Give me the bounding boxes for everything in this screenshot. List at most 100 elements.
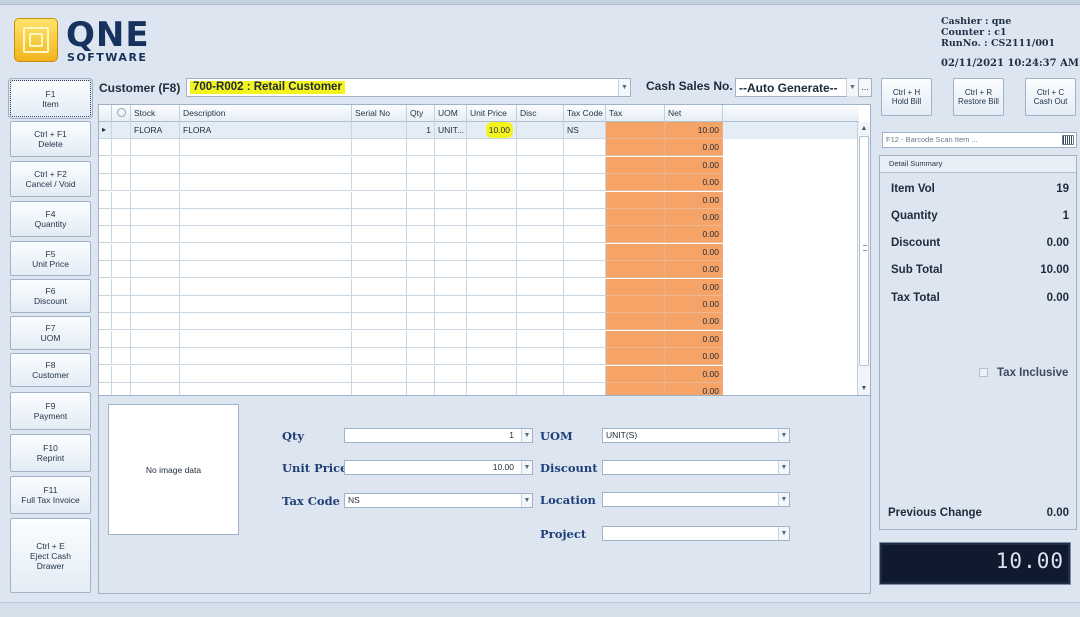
cell-unit-price[interactable] xyxy=(467,330,517,348)
cell-disc[interactable] xyxy=(517,226,564,244)
cell-net[interactable]: 0.00 xyxy=(665,296,723,313)
cell-description[interactable] xyxy=(180,383,352,395)
table-row[interactable]: 0.00 xyxy=(99,139,859,157)
cell-uom[interactable] xyxy=(435,313,467,331)
cell-uom[interactable] xyxy=(435,261,467,279)
cell-tax-code[interactable] xyxy=(564,209,606,226)
cell-tax[interactable] xyxy=(606,156,665,174)
cell-description[interactable] xyxy=(180,226,352,244)
table-row[interactable]: ▸ FLORA FLORA 1 UNIT... 10.00 NS 10.00 xyxy=(99,122,859,139)
fkey-customer-button[interactable]: F8 Customer xyxy=(10,353,91,387)
cell-disc[interactable] xyxy=(517,313,564,331)
cash-out-button[interactable]: Ctrl + C Cash Out xyxy=(1025,78,1076,116)
cell-stock[interactable] xyxy=(131,383,180,395)
cell-stock[interactable] xyxy=(131,191,180,209)
cell-qty[interactable] xyxy=(407,296,435,313)
cell-net[interactable]: 0.00 xyxy=(665,313,723,331)
cell-qty[interactable] xyxy=(407,365,435,383)
cell-tax-code[interactable] xyxy=(564,348,606,366)
fkey-payment-button[interactable]: F9 Payment xyxy=(10,392,91,430)
cell-qty[interactable] xyxy=(407,348,435,366)
cell-tax[interactable] xyxy=(606,122,665,139)
scroll-up-icon[interactable]: ▲ xyxy=(858,123,870,135)
cell-description[interactable] xyxy=(180,191,352,209)
fkey-quantity-button[interactable]: F4 Quantity xyxy=(10,201,91,237)
cell-net[interactable]: 10.00 xyxy=(665,122,723,139)
checkbox-icon[interactable] xyxy=(979,368,988,377)
table-row[interactable]: 0.00 xyxy=(99,278,859,296)
fkey-unit-price-button[interactable]: F5 Unit Price xyxy=(10,241,91,276)
cell-tax[interactable] xyxy=(606,330,665,348)
cell-description[interactable] xyxy=(180,139,352,157)
cell-net[interactable]: 0.00 xyxy=(665,348,723,366)
cell-serial-no[interactable] xyxy=(352,156,407,174)
cell-description[interactable] xyxy=(180,296,352,313)
cell-tax[interactable] xyxy=(606,348,665,366)
cell-uom[interactable] xyxy=(435,296,467,313)
cell-qty[interactable] xyxy=(407,139,435,157)
cell-description[interactable] xyxy=(180,209,352,226)
cell-net[interactable]: 0.00 xyxy=(665,156,723,174)
cell-unit-price[interactable] xyxy=(467,139,517,157)
col-tax[interactable]: Tax xyxy=(606,105,665,122)
cell-tax-code[interactable] xyxy=(564,226,606,244)
chevron-down-icon[interactable]: ▼ xyxy=(778,527,789,540)
cell-disc[interactable] xyxy=(517,191,564,209)
cell-serial-no[interactable] xyxy=(352,174,407,192)
cell-serial-no[interactable] xyxy=(352,226,407,244)
cell-description[interactable] xyxy=(180,174,352,192)
cell-stock[interactable] xyxy=(131,365,180,383)
cell-stock[interactable] xyxy=(131,330,180,348)
fkey-uom-button[interactable]: F7 UOM xyxy=(10,316,91,350)
cell-uom[interactable] xyxy=(435,209,467,226)
cell-unit-price[interactable] xyxy=(467,209,517,226)
cell-unit-price[interactable] xyxy=(467,365,517,383)
chevron-down-icon[interactable]: ▼ xyxy=(778,493,789,506)
grid-header-select[interactable] xyxy=(112,105,131,122)
cell-uom[interactable] xyxy=(435,330,467,348)
table-row[interactable]: 0.00 xyxy=(99,313,859,331)
cell-disc[interactable] xyxy=(517,296,564,313)
cell-description[interactable] xyxy=(180,330,352,348)
qty-input[interactable]: 1 ▼ xyxy=(344,428,533,443)
cell-disc[interactable] xyxy=(517,174,564,192)
cell-tax[interactable] xyxy=(606,226,665,244)
cell-net[interactable]: 0.00 xyxy=(665,330,723,348)
table-row[interactable]: 0.00 xyxy=(99,296,859,313)
col-disc[interactable]: Disc xyxy=(517,105,564,122)
cell-net[interactable]: 0.00 xyxy=(665,209,723,226)
cell-stock[interactable]: FLORA xyxy=(131,122,180,139)
chevron-down-icon[interactable]: ▼ xyxy=(778,429,789,442)
cell-serial-no[interactable] xyxy=(352,313,407,331)
cell-stock[interactable] xyxy=(131,226,180,244)
cell-net[interactable]: 0.00 xyxy=(665,174,723,192)
barcode-icon[interactable] xyxy=(1062,135,1074,145)
col-net[interactable]: Net xyxy=(665,105,723,122)
cell-serial-no[interactable] xyxy=(352,243,407,261)
cell-tax-code[interactable] xyxy=(564,261,606,279)
cell-description[interactable] xyxy=(180,243,352,261)
cell-unit-price[interactable] xyxy=(467,226,517,244)
cell-unit-price[interactable]: 10.00 xyxy=(467,122,517,139)
chevron-down-icon[interactable]: ▼ xyxy=(778,461,789,474)
cell-description[interactable] xyxy=(180,313,352,331)
cell-disc[interactable] xyxy=(517,261,564,279)
cell-qty[interactable] xyxy=(407,330,435,348)
fkey-cancel-void-button[interactable]: Ctrl + F2 Cancel / Void xyxy=(10,161,91,197)
cell-tax-code[interactable] xyxy=(564,156,606,174)
fkey-reprint-button[interactable]: F10 Reprint xyxy=(10,434,91,472)
cell-net[interactable]: 0.00 xyxy=(665,365,723,383)
cell-serial-no[interactable] xyxy=(352,383,407,395)
col-stock[interactable]: Stock xyxy=(131,105,180,122)
cell-uom[interactable] xyxy=(435,348,467,366)
cell-tax[interactable] xyxy=(606,313,665,331)
cell-stock[interactable] xyxy=(131,261,180,279)
cell-description[interactable] xyxy=(180,348,352,366)
cell-description[interactable] xyxy=(180,278,352,296)
cell-tax[interactable] xyxy=(606,365,665,383)
cell-unit-price[interactable] xyxy=(467,348,517,366)
project-select[interactable]: ▼ xyxy=(602,526,790,541)
cell-qty[interactable] xyxy=(407,209,435,226)
cell-qty[interactable]: 1 xyxy=(407,122,435,139)
cell-tax-code[interactable] xyxy=(564,365,606,383)
